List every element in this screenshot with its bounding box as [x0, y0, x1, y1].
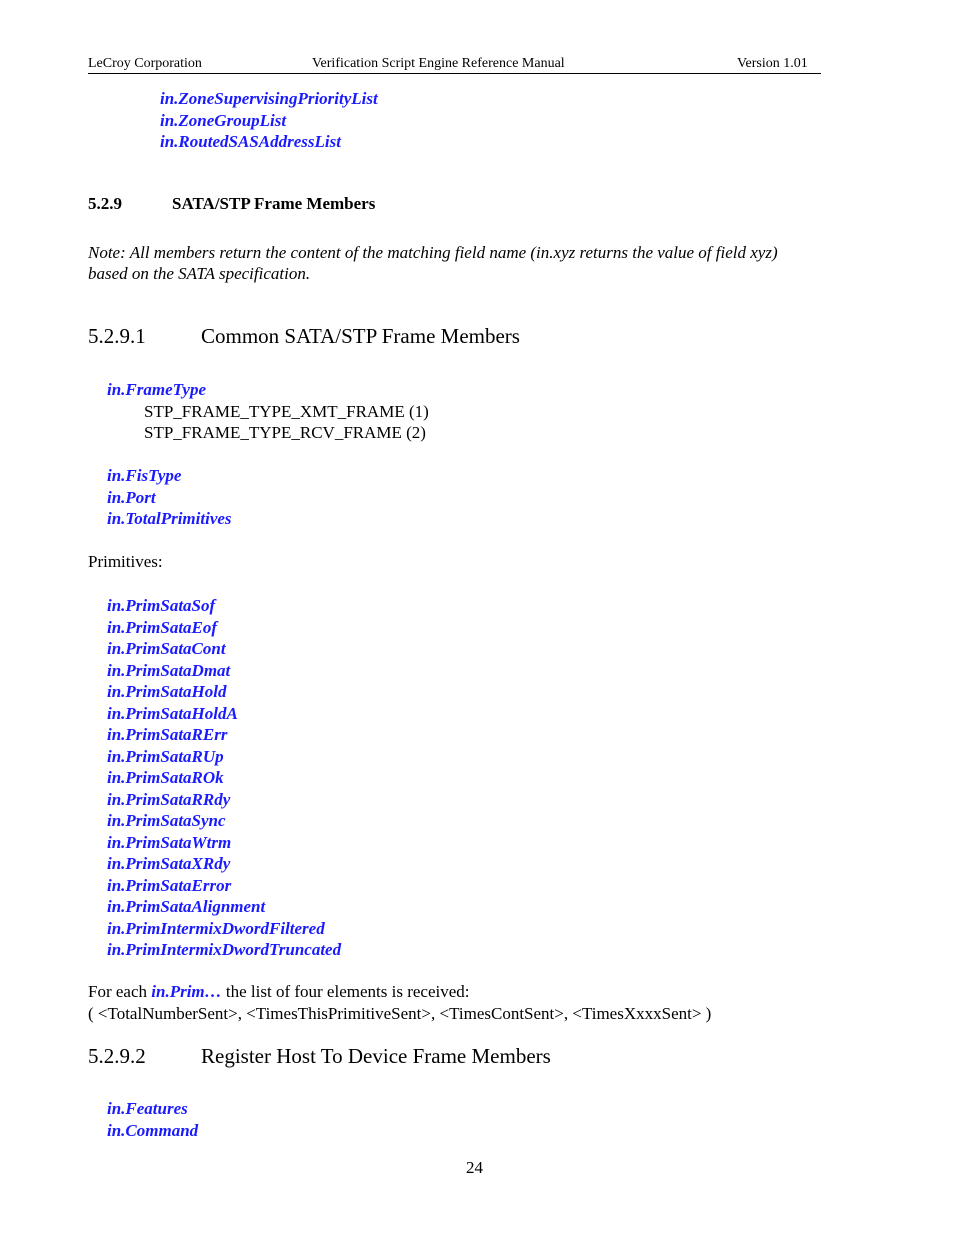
- for-each-prefix: For each: [88, 982, 152, 1001]
- primitive-item: in.PrimSataSof: [107, 596, 216, 615]
- primitive-item: in.PrimSataDmat: [107, 660, 231, 680]
- member-item: in.Port: [107, 487, 156, 507]
- for-each-paragraph: For each in.Prim… the list of four eleme…: [88, 981, 711, 1024]
- primitive-item: in.PrimSataSync: [107, 811, 226, 830]
- primitive-item: in.PrimIntermixDwordFiltered: [107, 918, 325, 938]
- note-line-2: based on the SATA specification.: [88, 264, 311, 283]
- frame-type-value: STP_FRAME_TYPE_RCV_FRAME (2): [144, 423, 426, 442]
- primitive-item: in.PrimSataXRdy: [107, 854, 231, 873]
- for-each-member: in.Prim…: [151, 982, 222, 1001]
- for-each-line: For each in.Prim… the list of four eleme…: [88, 981, 711, 1003]
- frame-type-value: STP_FRAME_TYPE_XMT_FRAME (1): [144, 401, 429, 421]
- section-number: 5.2.9.2: [88, 1044, 146, 1068]
- primitive-item: in.PrimSataRErr: [107, 725, 228, 744]
- section-heading-5-2-9-1: 5.2.9.1 Common SATA/STP Frame Members: [88, 324, 520, 349]
- primitive-item: in.PrimSataROk: [107, 768, 224, 787]
- member-item: in.Command: [107, 1120, 199, 1140]
- page-number: 24: [466, 1158, 483, 1177]
- note-line-1: Note: All members return the content of …: [88, 243, 778, 262]
- member-item: in.TotalPrimitives: [107, 509, 232, 528]
- frame-type-block: in.FrameType STP_FRAME_TYPE_XMT_FRAME (1…: [107, 379, 429, 444]
- member-frame-type: in.FrameType: [107, 380, 206, 399]
- section-title: Common SATA/STP Frame Members: [201, 324, 520, 348]
- primitive-item: in.PrimSataWtrm: [107, 832, 232, 852]
- register-h2d-members-list: in.Features in.Command: [107, 1098, 198, 1141]
- member-item: in.ZoneGroupList: [160, 110, 287, 130]
- primitive-item: in.PrimSataEof: [107, 617, 218, 637]
- member-item: in.RoutedSASAddressList: [160, 132, 341, 151]
- primitive-item: in.PrimSataCont: [107, 639, 226, 658]
- primitives-list: in.PrimSataSof in.PrimSataEof in.PrimSat…: [107, 595, 341, 961]
- primitive-item: in.PrimIntermixDwordTruncated: [107, 940, 342, 959]
- member-item: in.FisType: [107, 466, 182, 485]
- tuple-line: ( <TotalNumberSent>, <TimesThisPrimitive…: [88, 1003, 712, 1023]
- section-heading-5-2-9: 5.2.9 SATA/STP Frame Members: [88, 194, 375, 214]
- section-number: 5.2.9.1: [88, 324, 146, 348]
- header-version: Version 1.01: [737, 56, 808, 71]
- for-each-suffix: the list of four elements is received:: [221, 982, 470, 1001]
- member-item: in.ZoneSupervisingPriorityList: [160, 89, 378, 108]
- common-members-list: in.FisType in.Port in.TotalPrimitives: [107, 465, 232, 530]
- header-rule: [88, 73, 821, 74]
- primitive-item: in.PrimSataRRdy: [107, 789, 231, 809]
- primitive-item: in.PrimSataError: [107, 875, 232, 895]
- header-company: LeCroy Corporation: [88, 56, 202, 71]
- section-number: 5.2.9: [88, 194, 122, 213]
- primitive-item: in.PrimSataHold: [107, 682, 227, 701]
- primitive-item: in.PrimSataRUp: [107, 746, 224, 766]
- section-title: SATA/STP Frame Members: [172, 194, 376, 213]
- section-title: Register Host To Device Frame Members: [201, 1044, 551, 1068]
- member-item: in.Features: [107, 1099, 188, 1118]
- section-heading-5-2-9-2: 5.2.9.2 Register Host To Device Frame Mem…: [88, 1044, 551, 1069]
- header-title: Verification Script Engine Reference Man…: [312, 56, 565, 71]
- primitive-item: in.PrimSataAlignment: [107, 897, 266, 916]
- primitive-item: in.PrimSataHoldA: [107, 703, 238, 723]
- section-note: Note: All members return the content of …: [88, 242, 778, 284]
- top-members-list: in.ZoneSupervisingPriorityList in.ZoneGr…: [160, 88, 378, 153]
- primitives-label: Primitives:: [88, 552, 163, 571]
